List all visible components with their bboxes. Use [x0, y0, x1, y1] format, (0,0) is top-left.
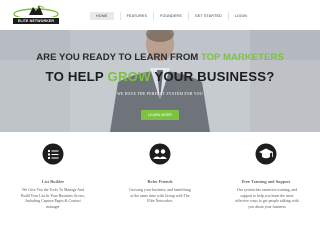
feature-description: We Give You the Tools To Manage And Buil… [8, 188, 98, 210]
feature-desc-line: effective ways to get people talking wit… [235, 199, 299, 204]
nav-get-started[interactable]: GET STARTED [195, 12, 222, 20]
features-section: List Builder We Give You the Tools To Ma… [0, 132, 320, 245]
list-icon [42, 143, 64, 165]
site-header: ELITE NETWORKER HOME FEATURES FOUNDERS G… [0, 0, 320, 30]
hero-headline-main-text: TO HELP [45, 69, 108, 84]
training-icon [255, 143, 277, 165]
hero-headline-main: TO HELP GROW YOUR BUSINESS? [0, 69, 320, 84]
feature-desc-line: manager [46, 204, 60, 209]
refer-friends-icon [149, 143, 171, 165]
feature-title: Free Training and Support [241, 179, 291, 184]
hero-tagline: WE HAVE THE PERFECT SYSTEM FOR YOU [117, 92, 203, 96]
hero-headline-main-suffix: YOUR BUSINESS? [150, 69, 275, 84]
nav-founders[interactable]: FOUNDERS [160, 12, 182, 20]
feature-description: Our system has extensive training, and s… [225, 188, 309, 210]
feature-description: Growing your business, and benefitting a… [119, 188, 201, 205]
nav-home[interactable]: HOME [90, 12, 114, 20]
feature-title: Refer Friends [147, 179, 173, 184]
feature-desc-line: you about your business [248, 204, 286, 209]
site-logo[interactable]: ELITE NETWORKER [11, 4, 61, 26]
hero-headline-top-accent: TOP MARKETERS [200, 52, 284, 63]
nav-divider [227, 12, 229, 20]
nav-login[interactable]: LOGIN [235, 12, 247, 20]
hero-headline-main-accent: GROW [107, 69, 151, 84]
feature-free-training: Free Training and Support Our system has… [213, 132, 319, 245]
feature-list-builder: List Builder We Give You the Tools To Ma… [0, 132, 106, 245]
feature-desc-line: Growing your business, and benefitting [129, 188, 191, 192]
hero-headline-top-text: ARE YOU READY TO LEARN FROM [36, 52, 201, 63]
nav-divider [187, 12, 189, 20]
nav-features[interactable]: FEATURES [127, 12, 148, 20]
logo-mark-icon [13, 5, 59, 17]
hero-banner: ARE YOU READY TO LEARN FROM TOP MARKETER… [0, 30, 320, 132]
learn-more-button[interactable]: LEARN MORE [141, 110, 179, 120]
feature-desc-line: Elite Networker. [147, 199, 173, 204]
logo-wordmark: ELITE NETWORKER [13, 18, 59, 24]
feature-title: List Builder [41, 179, 65, 184]
nav-divider [153, 12, 155, 20]
feature-desc-line: Our system has extensive training, and [236, 188, 298, 192]
hero-headline-top: ARE YOU READY TO LEARN FROM TOP MARKETER… [0, 52, 320, 63]
nav-divider [119, 12, 121, 20]
feature-refer-friends: Refer Friends Growing your business, and… [107, 132, 213, 245]
main-nav: HOME FEATURES FOUNDERS GET STARTED LOGIN [90, 12, 247, 20]
